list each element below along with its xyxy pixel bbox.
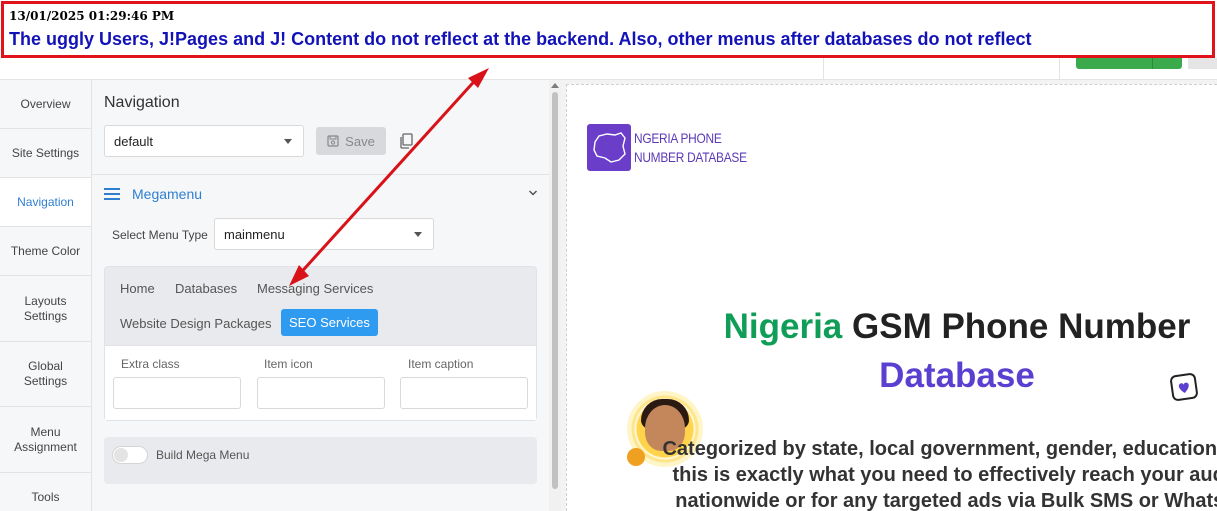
- nigeria-map-logo-icon: [587, 124, 631, 171]
- menu-item-fields: Extra class Item icon Item caption: [105, 345, 536, 420]
- menu-type-value: mainmenu: [224, 226, 285, 242]
- logo-line-2: NUMBER DATABASE: [634, 149, 747, 165]
- item-caption-input[interactable]: [400, 377, 528, 409]
- annotation-message: The uggly Users, J!Pages and J! Content …: [9, 29, 1032, 49]
- annotation-box: 13/01/2025 01:29:46 PM The uggly Users, …: [1, 1, 1215, 58]
- preset-select-value: default: [114, 133, 154, 149]
- hero-heading-highlight: Nigeria: [723, 307, 843, 346]
- preset-select[interactable]: default: [104, 125, 304, 157]
- hero-heading-rest: GSM Phone Number: [852, 307, 1191, 346]
- save-button-label: Save: [345, 133, 375, 149]
- item-caption-label: Item caption: [408, 357, 474, 371]
- chevron-down-icon[interactable]: [528, 189, 538, 197]
- save-icon: [327, 135, 339, 147]
- sidebar-item-overview[interactable]: Overview: [0, 80, 91, 129]
- menu-item-messaging-services[interactable]: Messaging Services: [257, 281, 373, 296]
- panel-title: Navigation: [104, 94, 180, 111]
- copy-icon[interactable]: [399, 133, 413, 149]
- scroll-up-arrow[interactable]: [551, 83, 559, 88]
- toolbar-divider: [823, 55, 824, 80]
- save-button[interactable]: Save: [316, 127, 386, 155]
- caret-down-icon: [414, 232, 422, 237]
- settings-sidebar: Overview Site Settings Navigation Theme …: [0, 80, 92, 511]
- hero-subtext-line-3: nationwide or for any targeted ads via B…: [675, 490, 1217, 511]
- sidebar-item-menu-assignment[interactable]: Menu Assignment: [0, 407, 91, 473]
- megamenu-label: Megamenu: [132, 186, 203, 202]
- build-mega-menu-label: Build Mega Menu: [156, 448, 250, 462]
- sidebar-item-theme-color[interactable]: Theme Color: [0, 227, 91, 276]
- hero-subtext-line-2: this is exactly what you need to effecti…: [672, 464, 1217, 486]
- publish-button[interactable]: [1076, 58, 1182, 69]
- menu-type-label: Select Menu Type: [112, 228, 208, 242]
- menu-items-box: Home Databases Messaging Services Websit…: [104, 266, 537, 421]
- publish-button-split: [1152, 58, 1153, 69]
- sidebar-item-layouts-settings[interactable]: Layouts Settings: [0, 276, 91, 342]
- menu-item-seo-services[interactable]: SEO Services: [281, 309, 378, 336]
- panel-divider: [92, 174, 549, 175]
- sidebar-item-tools[interactable]: Tools: [0, 473, 91, 511]
- item-icon-input[interactable]: [257, 377, 385, 409]
- menu-item-home[interactable]: Home: [120, 281, 155, 296]
- hero-subtext-line-1: Categorized by state, local government, …: [662, 438, 1217, 460]
- sidebar-item-navigation[interactable]: Navigation: [0, 178, 91, 227]
- megamenu-header[interactable]: Megamenu: [104, 184, 202, 204]
- sidebar-item-global-settings[interactable]: Global Settings: [0, 342, 91, 407]
- heart-icon[interactable]: [1169, 372, 1199, 402]
- scrollbar-thumb[interactable]: [552, 92, 558, 489]
- caret-down-icon: [284, 139, 292, 144]
- logo-line-1: NGERIA PHONE: [634, 130, 722, 146]
- menu-type-select[interactable]: mainmenu: [214, 218, 434, 250]
- toggle-knob: [114, 448, 128, 462]
- build-mega-menu-row: Build Mega Menu: [104, 437, 537, 484]
- annotation-timestamp: 13/01/2025 01:29:46 PM: [9, 9, 175, 23]
- item-icon-label: Item icon: [264, 357, 313, 371]
- site-logo-text: NGERIA PHONE NUMBER DATABASE: [634, 129, 747, 167]
- sidebar-item-site-settings[interactable]: Site Settings: [0, 129, 91, 178]
- hero-heading-line2: Database: [879, 356, 1035, 395]
- hamburger-icon: [104, 188, 120, 200]
- secondary-button[interactable]: [1188, 58, 1217, 69]
- navigation-panel: Navigation default Save Megamenu Select …: [92, 80, 549, 511]
- menu-item-databases[interactable]: Databases: [175, 281, 237, 296]
- extra-class-input[interactable]: [113, 377, 241, 409]
- toolbar-divider: [1059, 55, 1060, 80]
- menu-item-website-design-packages[interactable]: Website Design Packages: [120, 316, 272, 331]
- hero-heading: Nigeria GSM Phone Number: [567, 307, 1217, 347]
- site-preview: NGERIA PHONE NUMBER DATABASE Nigeria GSM…: [566, 84, 1217, 511]
- extra-class-label: Extra class: [121, 357, 180, 371]
- build-mega-menu-toggle[interactable]: [112, 446, 148, 464]
